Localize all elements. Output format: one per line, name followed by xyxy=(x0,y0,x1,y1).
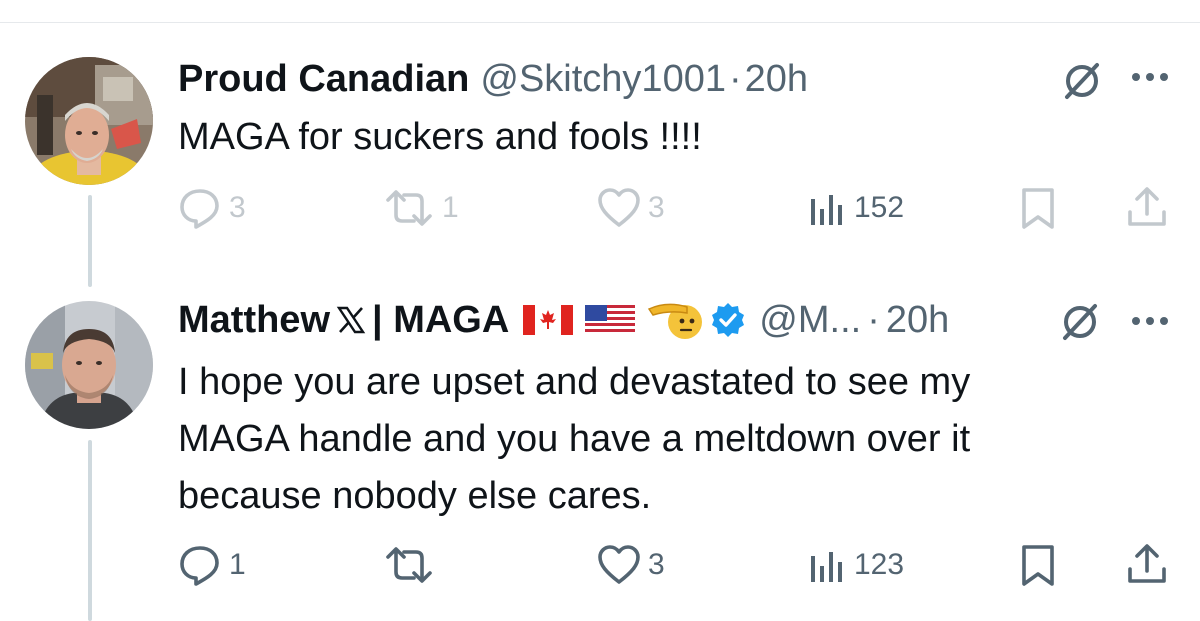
tweet-1-actions-right: 152 xyxy=(0,183,1200,233)
tweet-2-text-line: because nobody else cares. xyxy=(178,475,652,517)
reply-button[interactable]: 1 xyxy=(177,540,246,590)
grok-icon[interactable] xyxy=(1058,300,1102,344)
tweet-2-text-line: MAGA handle and you have a meltdown over… xyxy=(178,418,971,460)
share-icon xyxy=(1128,187,1166,226)
views-count: 152 xyxy=(854,191,905,224)
timestamp[interactable]: 20h xyxy=(745,56,808,102)
tweet-2-actions: 1 3 123 xyxy=(0,540,1200,590)
tweet-1-header: Proud Canadian @Skitchy1001 · 20h xyxy=(178,56,808,102)
bookmark-button[interactable] xyxy=(1018,183,1058,233)
avatar-proud-canadian[interactable] xyxy=(25,57,153,185)
bar-chart-icon xyxy=(811,195,842,225)
grok-icon[interactable] xyxy=(1060,59,1104,103)
bookmark-icon xyxy=(1022,545,1054,586)
tweet-2-text-line: I hope you are upset and devastated to s… xyxy=(178,361,971,403)
views-button[interactable]: 123 xyxy=(806,540,904,590)
share-icon xyxy=(1128,544,1166,583)
like-count: 3 xyxy=(648,548,665,581)
reply-icon xyxy=(180,546,219,586)
views-button[interactable]: 152 xyxy=(806,183,904,233)
author-handle[interactable]: @Skitchy1001 xyxy=(480,56,726,102)
author-name[interactable]: Proud Canadian xyxy=(178,56,469,102)
avatar-matthew[interactable] xyxy=(25,301,153,429)
share-button[interactable] xyxy=(1124,540,1170,590)
thread-line-2 xyxy=(88,440,92,621)
like-button[interactable]: 3 xyxy=(596,540,665,590)
more-dots-icon[interactable] xyxy=(1128,70,1172,84)
bar-chart-icon xyxy=(811,552,842,582)
separator-dot: · xyxy=(728,58,742,100)
saluting-face-emoji-icon xyxy=(648,303,703,339)
reply-count: 1 xyxy=(229,548,246,581)
author-handle[interactable]: @M... xyxy=(759,297,861,343)
separator-dot: · xyxy=(867,299,880,341)
repost-button[interactable] xyxy=(382,540,436,590)
tweet-2-text: I hope you are upset and devastated to s… xyxy=(178,354,970,525)
x-logo-icon xyxy=(336,306,366,334)
top-divider xyxy=(0,22,1200,23)
share-button[interactable] xyxy=(1124,183,1170,233)
bookmark-button[interactable] xyxy=(1018,540,1058,590)
tweet-thread: Proud Canadian @Skitchy1001 · 20h MAGA f… xyxy=(0,0,1200,621)
more-dots-icon[interactable] xyxy=(1128,314,1172,328)
timestamp[interactable]: 20h xyxy=(886,297,949,343)
repost-icon xyxy=(386,547,432,583)
heart-icon xyxy=(598,545,640,584)
tweet-1-text: MAGA for suckers and fools !!!! xyxy=(178,116,702,158)
canada-flag-icon xyxy=(523,305,574,335)
bookmark-icon xyxy=(1022,188,1054,229)
author-name-suffix: | MAGA xyxy=(372,299,510,341)
author-name[interactable]: Matthew xyxy=(178,297,330,343)
us-flag-icon xyxy=(585,305,636,335)
tweet-2-header: Matthew | MAGA @M... · 20h xyxy=(178,297,949,343)
views-count: 123 xyxy=(854,548,905,581)
verified-badge-icon[interactable] xyxy=(709,301,747,339)
